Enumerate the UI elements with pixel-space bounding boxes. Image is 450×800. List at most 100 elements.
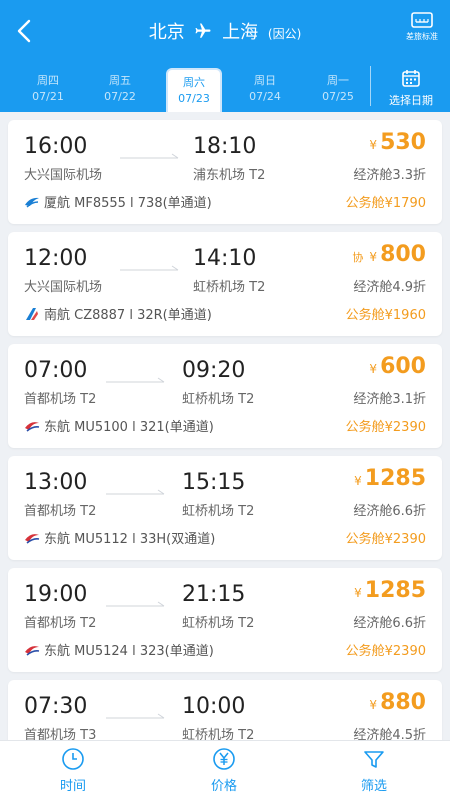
departure-airport: 大兴国际机场 [24, 280, 103, 295]
date-tab[interactable]: 周日 07/24 [237, 68, 293, 112]
currency-symbol: ¥ [369, 698, 378, 712]
economy-price: ¥600 [369, 354, 426, 379]
route-arrow-icon [120, 147, 182, 166]
bottom-sort-bar: 时间 价格 筛选 [0, 740, 450, 800]
date-tab-weekday: 周一 [327, 74, 349, 87]
date-tab-date: 07/25 [322, 90, 354, 103]
business-class-price[interactable]: 公务舱¥1960 [346, 304, 426, 323]
departure-airport: 首都机场 T2 [24, 616, 97, 631]
price-value: 600 [380, 354, 426, 379]
arrival-time: 10:00 [182, 694, 246, 719]
business-class-price[interactable]: 公务舱¥2390 [346, 640, 426, 659]
sort-by-time-label: 时间 [59, 779, 86, 794]
airline-info: 东航 MU5124 l 323(单通道) [24, 640, 214, 659]
business-class-price[interactable]: 公务舱¥2390 [346, 528, 426, 547]
date-tab-selected[interactable]: 周六 07/23 [166, 68, 222, 112]
calendar-icon [402, 70, 420, 87]
departure-airport: 首都机场 T2 [24, 392, 97, 407]
price-value: 530 [380, 130, 426, 155]
business-class-price[interactable]: 公务舱¥1790 [346, 192, 426, 211]
date-tab-date: 07/24 [249, 90, 281, 103]
airline-flight-text: 厦航 MF8555 l 738(单通道) [44, 196, 212, 211]
flight-card[interactable]: 13:00 15:15 首都机场 T2 虹桥机场 T2 ¥1285 经济舱6.6折东航 M… [8, 456, 442, 560]
date-tab-date: 07/23 [178, 92, 210, 105]
sort-by-price-button[interactable]: 价格 [184, 747, 264, 794]
travel-policy-label: 差旅标准 [406, 32, 438, 41]
date-tab-weekday: 周六 [183, 76, 205, 89]
departure-time: 07:30 [24, 694, 88, 719]
departure-airport: 首都机场 T2 [24, 504, 97, 519]
airline-info: 南航 CZ8887 l 32R(单通道) [24, 304, 212, 323]
sort-by-time-button[interactable]: 时间 [33, 747, 113, 794]
economy-price: ¥880 [369, 690, 426, 715]
plane-icon [194, 22, 212, 45]
trip-type-tag: (因公) [267, 27, 302, 41]
airline-flight-text: 东航 MU5124 l 323(单通道) [44, 644, 214, 659]
departure-time: 12:00 [24, 246, 88, 271]
travel-policy-button[interactable]: 差旅标准 [402, 12, 442, 42]
airline-flight-text: 东航 MU5100 l 321(单通道) [44, 420, 214, 435]
economy-price: ¥1285 [354, 578, 426, 603]
date-tab-weekday: 周日 [254, 74, 276, 87]
currency-symbol: ¥ [369, 138, 378, 152]
route-arrow-icon [106, 707, 168, 726]
flight-card[interactable]: 07:00 09:20 首都机场 T2 虹桥机场 T2 ¥600 经济舱3.1折 东航 MU… [8, 344, 442, 448]
arrival-airport: 虹桥机场 T2 [182, 504, 255, 519]
flight-card[interactable]: 16:00 18:10 大兴国际机场 浦东机场 T2 ¥530 经济舱3.3折 厦航 MF8… [8, 120, 442, 224]
policy-card-icon [411, 12, 433, 28]
date-tab-weekday: 周四 [37, 74, 59, 87]
date-tab-date: 07/21 [32, 90, 64, 103]
flight-card[interactable]: 19:00 21:15 首都机场 T2 虹桥机场 T2 ¥1285 经济舱6.6折 东航 M… [8, 568, 442, 672]
date-tab[interactable]: 周五 07/22 [92, 68, 148, 112]
filter-button[interactable]: 筛选 [334, 747, 414, 794]
arrival-airport: 浦东机场 T2 [193, 168, 266, 183]
economy-discount: 经济舱4.5折 [353, 728, 426, 740]
arrival-time: 18:10 [193, 134, 257, 159]
route-arrow-icon [106, 595, 168, 614]
departure-time: 07:00 [24, 358, 88, 383]
currency-symbol: ¥ [354, 474, 362, 488]
route-arrow-icon [106, 483, 168, 502]
date-tab-date: 07/22 [104, 90, 136, 103]
business-class-price[interactable]: 公务舱¥2390 [346, 416, 426, 435]
date-tab[interactable]: 周四 07/21 [20, 68, 76, 112]
route-arrow-icon [120, 259, 182, 278]
economy-price: 协 ¥800 [352, 242, 426, 267]
destination-city: 上海 [222, 22, 259, 43]
arrival-time: 09:20 [182, 358, 246, 383]
agreement-tag: 协 [352, 251, 364, 264]
airline-info: 厦航 MF8555 l 738(单通道) [24, 192, 212, 211]
sort-by-price-label: 价格 [210, 779, 237, 794]
xiamen-air-logo-icon [24, 196, 44, 211]
economy-discount: 经济舱6.6折 [353, 616, 426, 631]
departure-time: 19:00 [24, 582, 88, 607]
departure-airport: 首都机场 T3 [24, 728, 97, 740]
economy-price: ¥530 [369, 130, 426, 155]
yen-icon [213, 748, 235, 770]
departure-time: 13:00 [24, 470, 88, 495]
route-arrow-icon [106, 371, 168, 390]
china-southern-logo-icon [24, 308, 44, 323]
economy-discount: 经济舱6.6折 [353, 504, 426, 519]
date-bar-divider [370, 66, 371, 106]
pick-date-button[interactable]: 选择日期 [372, 66, 450, 108]
filter-label: 筛选 [360, 779, 387, 794]
route-title: 北京 上海 (因公) [0, 18, 450, 45]
economy-price: ¥1285 [354, 466, 426, 491]
airline-info: 东航 MU5100 l 321(单通道) [24, 416, 214, 435]
flight-card[interactable]: 12:00 14:10 大兴国际机场 虹桥机场 T2 协 ¥800 经济舱4.9折 南航 CZ… [8, 232, 442, 336]
arrival-time: 15:15 [182, 470, 246, 495]
arrival-airport: 虹桥机场 T2 [182, 728, 255, 740]
date-tab[interactable]: 周一 07/25 [310, 68, 366, 112]
flight-card[interactable]: 07:30 10:00 首都机场 T3 虹桥机场 T2 ¥880 经济舱4.5折 [8, 680, 442, 740]
economy-discount: 经济舱3.1折 [353, 392, 426, 407]
departure-time: 16:00 [24, 134, 88, 159]
airline-info: 东航 MU5112 l 33H(双通道) [24, 528, 215, 547]
origin-city: 北京 [148, 22, 185, 43]
china-eastern-logo-icon [24, 420, 44, 435]
currency-symbol: ¥ [354, 586, 362, 600]
economy-discount: 经济舱3.3折 [353, 168, 426, 183]
filter-icon [364, 751, 384, 768]
price-value: 1285 [364, 466, 426, 491]
arrival-airport: 虹桥机场 T2 [182, 616, 255, 631]
